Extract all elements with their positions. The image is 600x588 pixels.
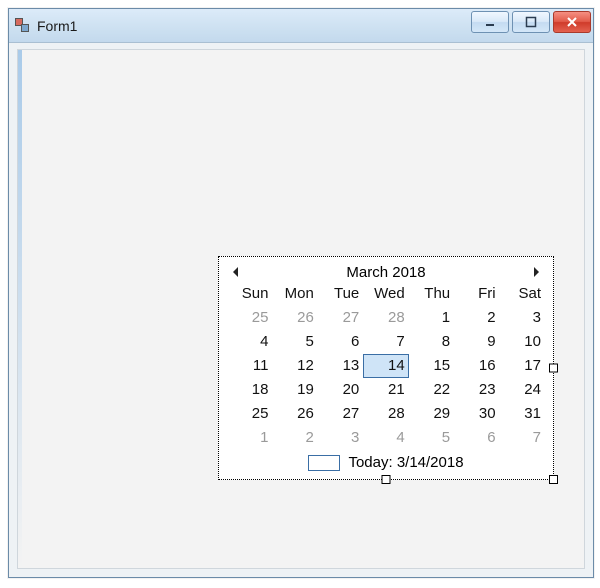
calendar-month-label[interactable]: March 2018 bbox=[346, 264, 425, 281]
calendar-today-label: Today: 3/14/2018 bbox=[348, 454, 463, 471]
minimize-button[interactable] bbox=[471, 11, 509, 33]
calendar-today-row[interactable]: Today: 3/14/2018 bbox=[219, 450, 553, 477]
calendar-day-header: Sat bbox=[500, 283, 545, 306]
calendar-day[interactable]: 18 bbox=[227, 378, 272, 402]
calendar-day[interactable]: 6 bbox=[318, 330, 363, 354]
calendar-day-header: Wed bbox=[363, 283, 408, 306]
calendar-day[interactable]: 29 bbox=[409, 402, 454, 426]
calendar-day[interactable]: 22 bbox=[409, 378, 454, 402]
calendar-day[interactable]: 27 bbox=[318, 402, 363, 426]
resize-handle-right[interactable] bbox=[549, 364, 558, 373]
calendar-grid: SunMonTueWedThuFriSat2526272812345678910… bbox=[219, 283, 553, 450]
maximize-icon bbox=[525, 16, 537, 28]
calendar-day[interactable]: 19 bbox=[272, 378, 317, 402]
resize-handle-corner[interactable] bbox=[549, 475, 558, 484]
calendar-day[interactable]: 28 bbox=[363, 306, 408, 330]
calendar-day[interactable]: 3 bbox=[500, 306, 545, 330]
calendar-day-selected[interactable]: 14 bbox=[363, 354, 408, 378]
calendar-day[interactable]: 1 bbox=[227, 426, 272, 450]
calendar-day[interactable]: 25 bbox=[227, 306, 272, 330]
calendar-day[interactable]: 20 bbox=[318, 378, 363, 402]
calendar-day[interactable]: 2 bbox=[272, 426, 317, 450]
calendar-day-header: Fri bbox=[454, 283, 499, 306]
calendar-day[interactable]: 9 bbox=[454, 330, 499, 354]
calendar-day[interactable]: 4 bbox=[363, 426, 408, 450]
window-buttons bbox=[471, 11, 591, 33]
next-month-button[interactable] bbox=[527, 263, 545, 281]
calendar-day[interactable]: 30 bbox=[454, 402, 499, 426]
chevron-left-icon bbox=[232, 267, 240, 277]
calendar-day[interactable]: 21 bbox=[363, 378, 408, 402]
calendar-day[interactable]: 24 bbox=[500, 378, 545, 402]
calendar-day-header: Sun bbox=[227, 283, 272, 306]
close-button[interactable] bbox=[553, 11, 591, 33]
prev-month-button[interactable] bbox=[227, 263, 245, 281]
close-icon bbox=[566, 16, 578, 28]
calendar-day-header: Thu bbox=[409, 283, 454, 306]
calendar-day[interactable]: 23 bbox=[454, 378, 499, 402]
calendar-day[interactable]: 13 bbox=[318, 354, 363, 378]
calendar-day[interactable]: 26 bbox=[272, 402, 317, 426]
resize-handle-bottom[interactable] bbox=[382, 475, 391, 484]
calendar-day[interactable]: 27 bbox=[318, 306, 363, 330]
calendar-day[interactable]: 17 bbox=[500, 354, 545, 378]
calendar-day[interactable]: 5 bbox=[409, 426, 454, 450]
app-icon bbox=[15, 18, 31, 34]
calendar-day[interactable]: 31 bbox=[500, 402, 545, 426]
calendar-day[interactable]: 7 bbox=[500, 426, 545, 450]
calendar-day[interactable]: 25 bbox=[227, 402, 272, 426]
titlebar[interactable]: Form1 bbox=[9, 9, 593, 43]
minimize-icon bbox=[484, 16, 496, 28]
calendar-day[interactable]: 3 bbox=[318, 426, 363, 450]
calendar-day-header: Mon bbox=[272, 283, 317, 306]
calendar-day[interactable]: 12 bbox=[272, 354, 317, 378]
calendar-day[interactable]: 7 bbox=[363, 330, 408, 354]
calendar-day[interactable]: 28 bbox=[363, 402, 408, 426]
calendar-day[interactable]: 4 bbox=[227, 330, 272, 354]
window-frame: Form1 bbox=[8, 8, 594, 578]
calendar-day[interactable]: 10 bbox=[500, 330, 545, 354]
client-area: March 2018 SunMonTueWedThuFriSat25262728… bbox=[17, 49, 585, 569]
calendar-day[interactable]: 11 bbox=[227, 354, 272, 378]
window-title: Form1 bbox=[37, 18, 77, 34]
calendar-day[interactable]: 2 bbox=[454, 306, 499, 330]
calendar-day[interactable]: 5 bbox=[272, 330, 317, 354]
calendar-day-header: Tue bbox=[318, 283, 363, 306]
maximize-button[interactable] bbox=[512, 11, 550, 33]
today-swatch bbox=[308, 455, 340, 471]
calendar-day[interactable]: 16 bbox=[454, 354, 499, 378]
calendar-day[interactable]: 15 bbox=[409, 354, 454, 378]
month-calendar[interactable]: March 2018 SunMonTueWedThuFriSat25262728… bbox=[218, 256, 554, 480]
calendar-day[interactable]: 26 bbox=[272, 306, 317, 330]
calendar-day[interactable]: 1 bbox=[409, 306, 454, 330]
calendar-day[interactable]: 8 bbox=[409, 330, 454, 354]
calendar-day[interactable]: 6 bbox=[454, 426, 499, 450]
calendar-header: March 2018 bbox=[219, 257, 553, 283]
chevron-right-icon bbox=[532, 267, 540, 277]
